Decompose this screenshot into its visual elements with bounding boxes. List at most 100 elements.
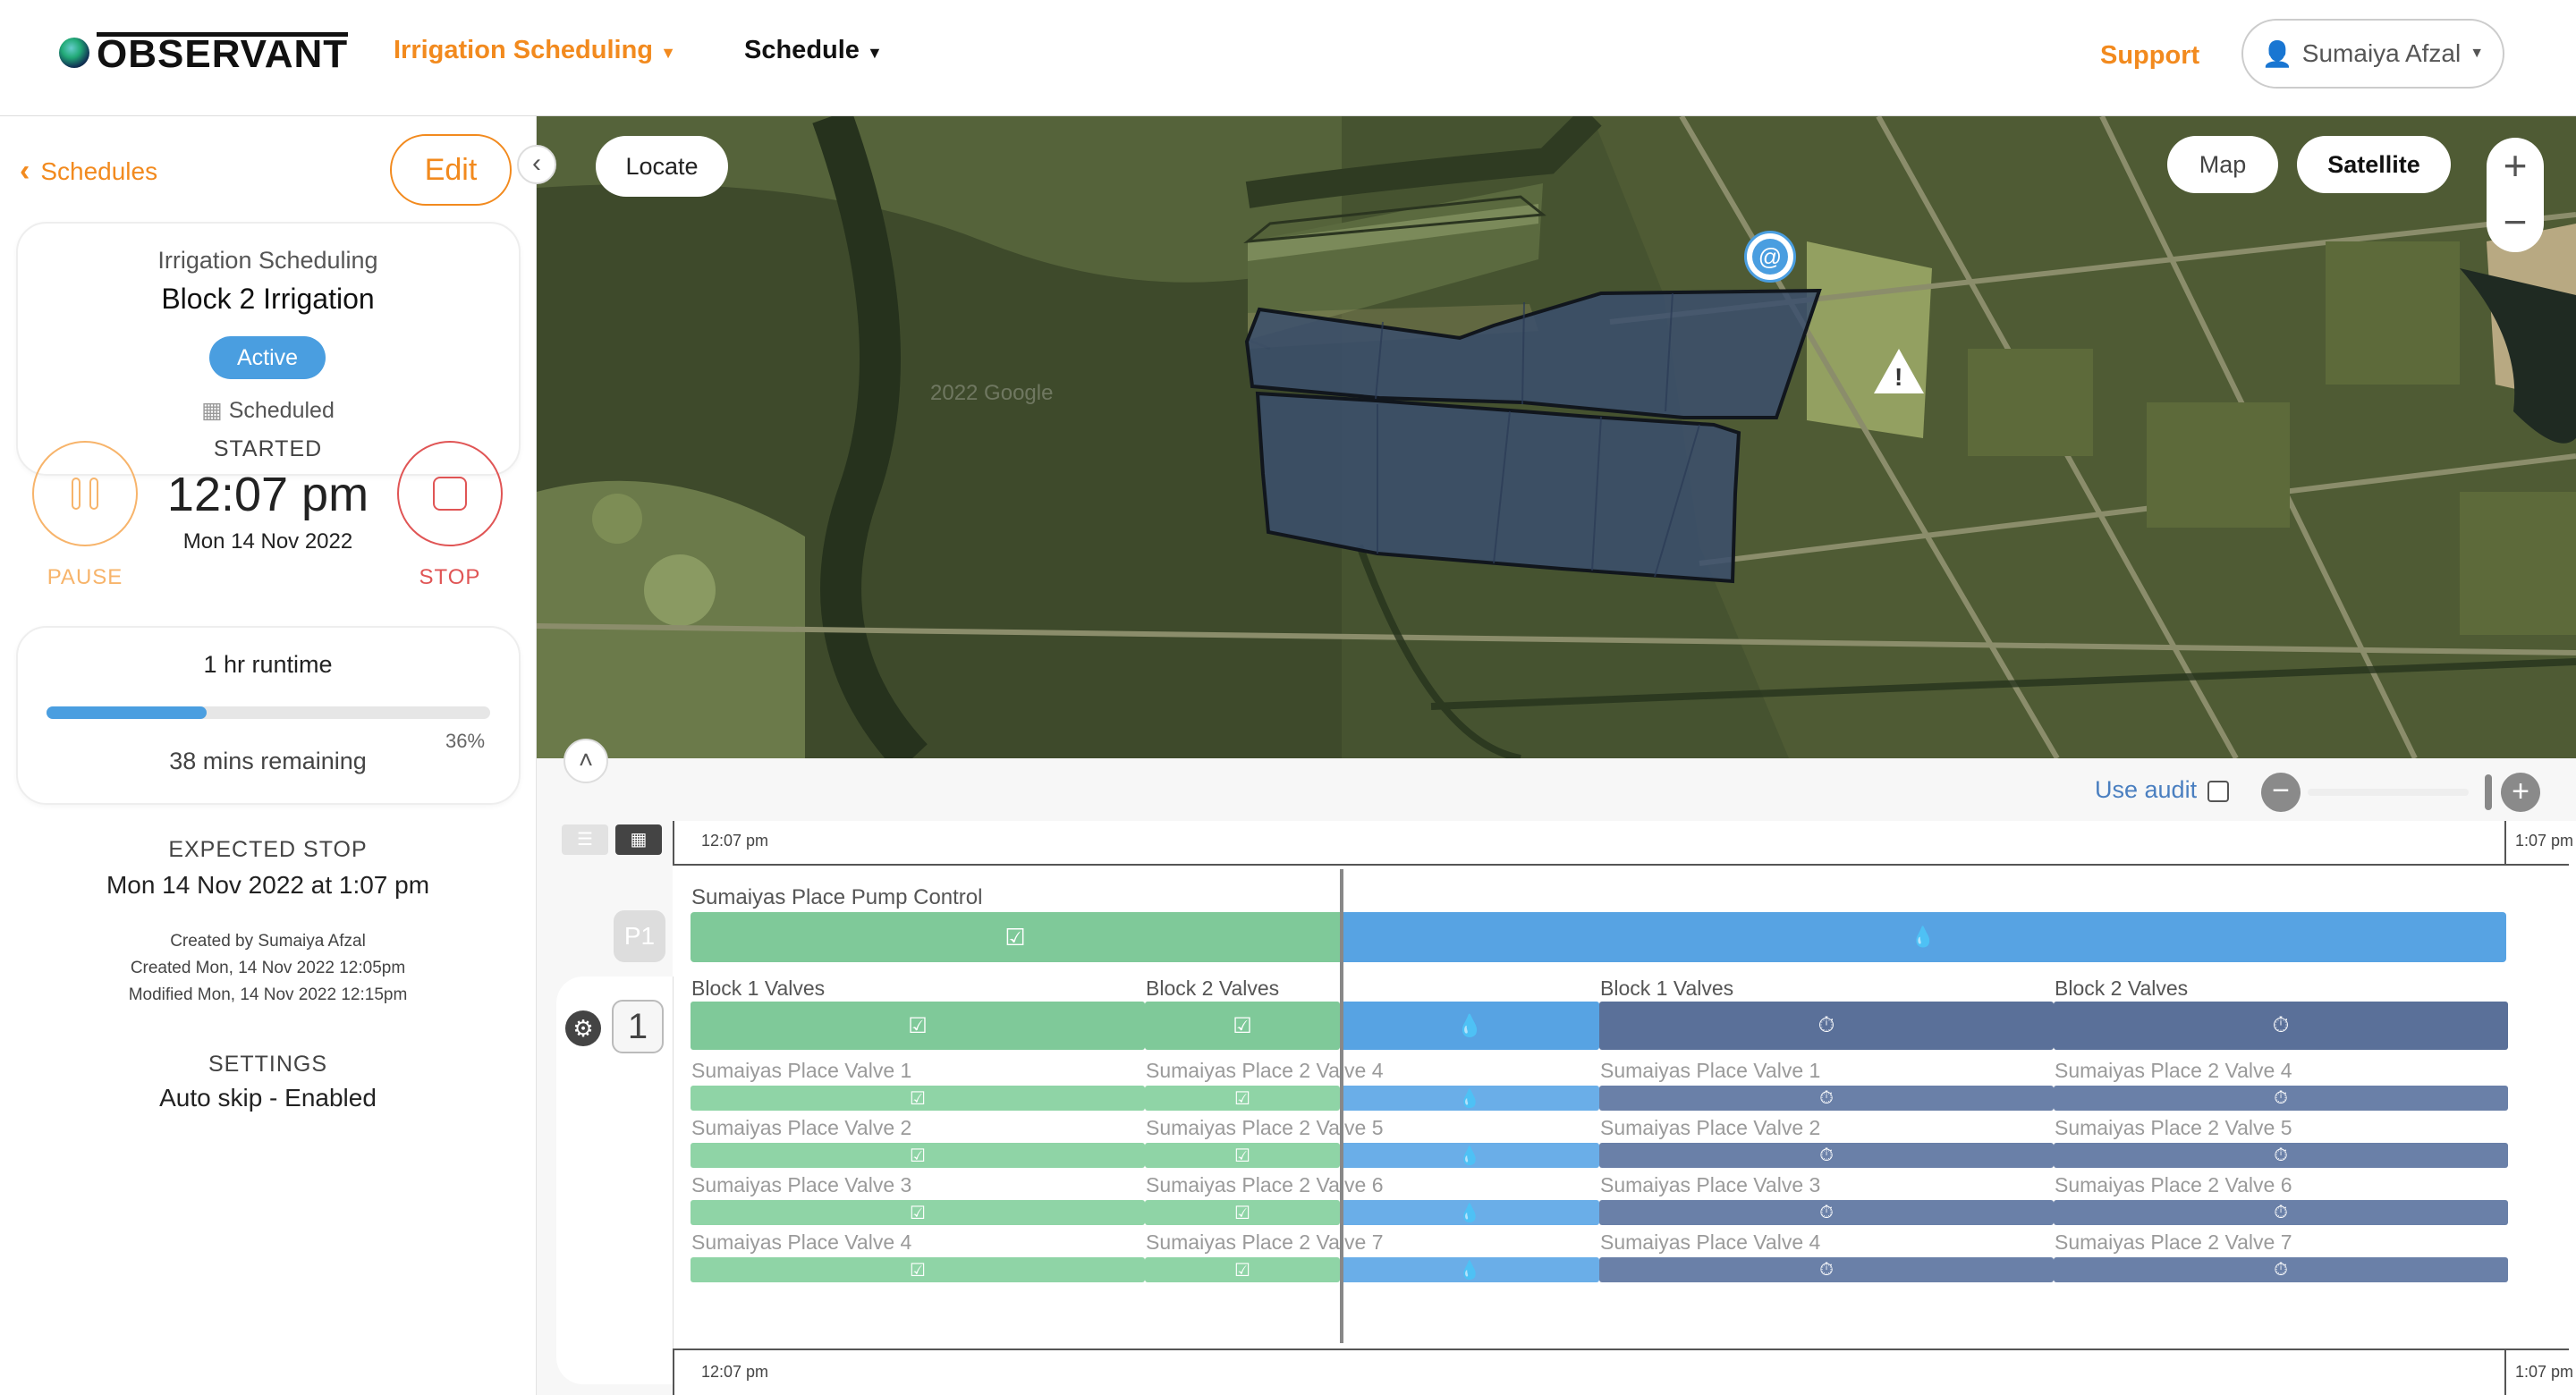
clock-icon: ⏱ <box>1819 1087 1834 1108</box>
progress-fill <box>47 706 207 719</box>
settings-label: SETTINGS <box>208 1052 327 1077</box>
nav-irrigation-scheduling[interactable]: Irrigation Scheduling ▼ <box>394 36 676 65</box>
use-audit-label[interactable]: Use audit <box>2095 776 2197 804</box>
valve-bar[interactable]: ⏱ <box>2054 1257 2508 1282</box>
map-type-satellite-button[interactable]: Satellite <box>2297 136 2451 193</box>
irrigation-blocks-overlay <box>1244 288 1822 584</box>
group-bar[interactable]: ⏱ <box>1599 1002 2054 1050</box>
valve-label: Sumaiyas Place Valve 3 <box>1600 1173 1821 1196</box>
clock-icon: ⏱ <box>2274 1087 2288 1108</box>
valve-bar[interactable]: ☑ <box>691 1143 1145 1168</box>
modified-on: Modified Mon, 14 Nov 2022 12:15pm <box>128 985 408 1004</box>
edit-button[interactable]: Edit <box>390 134 512 206</box>
pause-button[interactable] <box>32 441 138 546</box>
valve-label: Sumaiyas Place 2 Valve 7 <box>1146 1230 1384 1254</box>
brand-logo[interactable]: OBSERVANT <box>59 32 349 74</box>
stop-button[interactable] <box>397 441 503 546</box>
valve-bar[interactable]: ⏱ <box>1599 1086 2054 1111</box>
user-name: Sumaiya Afzal <box>2301 39 2462 67</box>
axis-tick <box>673 821 674 866</box>
axis-tick <box>2504 821 2506 866</box>
gantt-view-icon[interactable]: ☰ <box>562 824 608 855</box>
collapse-sidebar-icon[interactable]: ‹ <box>517 145 556 184</box>
chevron-left-icon: ‹ <box>20 154 30 188</box>
clock-icon: ⏱ <box>1819 1202 1834 1222</box>
check-icon: ☑ <box>1234 1203 1250 1223</box>
check-icon: ☑ <box>910 1203 926 1223</box>
caret-down-icon: ▼ <box>2470 46 2485 61</box>
pump-completed-bar[interactable]: ☑ <box>691 912 1340 962</box>
back-to-schedules-link[interactable]: ‹ Schedules <box>20 154 157 189</box>
group-bar[interactable]: ⏱ <box>2054 1002 2508 1050</box>
block-2-polygon <box>1255 391 1741 584</box>
valve-bar[interactable]: 💧 <box>1340 1143 1599 1168</box>
valve-bar[interactable]: ⏱ <box>2054 1143 2508 1168</box>
valve-bar[interactable]: ⏱ <box>1599 1200 2054 1225</box>
current-time-line <box>1340 869 1343 1343</box>
valve-bar[interactable]: 💧 <box>1340 1257 1599 1282</box>
pause-label: PAUSE <box>47 565 123 589</box>
created-on: Created Mon, 14 Nov 2022 12:05pm <box>130 959 406 977</box>
zoom-out-timeline-icon[interactable]: − <box>2261 773 2301 812</box>
clock-icon: ⏱ <box>2274 1145 2288 1165</box>
group-bar[interactable]: ☑ <box>691 1002 1145 1050</box>
calendar-icon: ▦ <box>201 398 223 423</box>
group-label: Block 1 Valves <box>691 976 826 1000</box>
check-icon: ☑ <box>1004 923 1026 951</box>
valve-label: Sumaiyas Place Valve 4 <box>691 1230 912 1254</box>
nav-schedule[interactable]: Schedule ▼ <box>744 36 883 65</box>
timeline-zoom-slider[interactable] <box>2308 789 2469 796</box>
valve-label: Sumaiyas Place Valve 2 <box>1600 1116 1821 1139</box>
warning-exclamation: ! <box>1894 363 1903 391</box>
map-type-map-button[interactable]: Map <box>2167 136 2278 193</box>
table-view-icon[interactable]: ▦ <box>615 824 662 855</box>
valve-label: Sumaiyas Place 2 Valve 7 <box>2055 1230 2292 1254</box>
globe-icon <box>59 37 89 68</box>
nav-irrigation-label: Irrigation Scheduling <box>394 36 654 64</box>
valve-bar[interactable]: ☑ <box>691 1257 1145 1282</box>
valve-label: Sumaiyas Place 2 Valve 6 <box>2055 1173 2292 1196</box>
valve-bar[interactable]: ☑ <box>1145 1143 1340 1168</box>
expected-stop-label: EXPECTED STOP <box>168 837 368 862</box>
back-label: Schedules <box>40 156 158 185</box>
zoom-in-timeline-icon[interactable]: + <box>2501 773 2540 812</box>
zoom-out-icon[interactable]: − <box>2487 195 2544 252</box>
clock-icon: ⏱ <box>1819 1145 1834 1165</box>
check-icon: ☑ <box>1234 1088 1250 1109</box>
valve-bar[interactable]: 💧 <box>1340 1200 1599 1225</box>
support-link[interactable]: Support <box>2100 41 2199 71</box>
valve-bar[interactable]: ⏱ <box>2054 1200 2508 1225</box>
pump-marker-icon[interactable]: @ <box>1744 231 1796 283</box>
use-audit-checkbox[interactable] <box>2207 781 2229 802</box>
valve-bar[interactable]: ☑ <box>1145 1200 1340 1225</box>
zoom-in-icon[interactable]: + <box>2487 138 2544 195</box>
water-drop-icon: 💧 <box>1458 1203 1481 1223</box>
valve-bar[interactable]: ☑ <box>1145 1086 1340 1111</box>
gear-icon[interactable]: ⚙ <box>565 1010 601 1046</box>
valve-bar[interactable]: ⏱ <box>1599 1257 2054 1282</box>
valve-bar[interactable]: ☑ <box>1145 1257 1340 1282</box>
valve-bar[interactable]: 💧 <box>1340 1086 1599 1111</box>
slider-handle[interactable] <box>2485 774 2492 810</box>
group-bar[interactable]: 💧 <box>1340 1002 1599 1050</box>
satellite-map[interactable]: @ ! 2022 Google Locate Map Satellite + − <box>537 116 2576 758</box>
group-number-badge: 1 <box>612 1000 664 1053</box>
valve-bar[interactable]: ⏱ <box>2054 1086 2508 1111</box>
pump-running-bar[interactable]: 💧 <box>1340 912 2506 962</box>
remaining-label: 38 mins remaining <box>169 748 367 774</box>
group-bar[interactable]: ☑ <box>1145 1002 1340 1050</box>
valve-label: Sumaiyas Place 2 Valve 5 <box>2055 1116 2292 1139</box>
axis-start-time-bottom: 12:07 pm <box>701 1363 769 1381</box>
valve-label: Sumaiyas Place Valve 1 <box>1600 1059 1821 1082</box>
schedule-timeline: ˄ Use audit − + ☰ ▦ 12:07 pm 1:07 pm Sum… <box>537 739 2576 1395</box>
valve-bar[interactable]: ☑ <box>691 1200 1145 1225</box>
user-menu-button[interactable]: 👤 Sumaiya Afzal ▼ <box>2241 19 2504 89</box>
valve-bar[interactable]: ⏱ <box>1599 1143 2054 1168</box>
chevron-up-icon[interactable]: ˄ <box>564 739 608 783</box>
map-watermark: 2022 Google <box>930 381 1054 405</box>
valve-bar[interactable]: ☑ <box>691 1086 1145 1111</box>
locate-button[interactable]: Locate <box>596 136 728 197</box>
created-by: Created by Sumaiya Afzal <box>170 932 366 951</box>
axis-start-time: 12:07 pm <box>701 832 769 850</box>
group-label: Block 2 Valves <box>2055 976 2189 1000</box>
